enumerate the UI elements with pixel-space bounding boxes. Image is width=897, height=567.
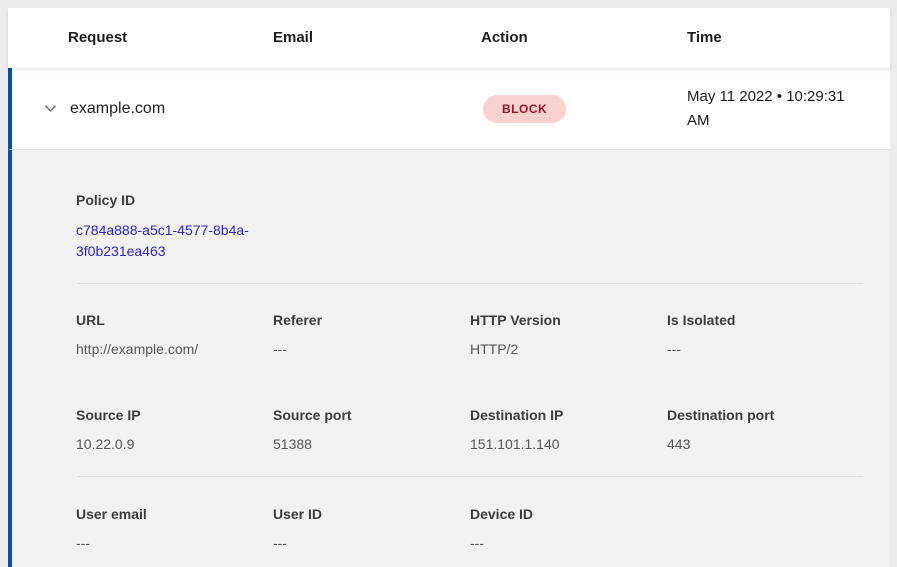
field-source-ip: Source IP 10.22.0.9: [76, 407, 273, 452]
detail-row-network: Source IP 10.22.0.9 Source port 51388 De…: [12, 407, 890, 452]
detail-row-http: URL http://example.com/ Referer --- HTTP…: [12, 312, 890, 357]
field-user-email-label: User email: [76, 506, 273, 522]
table-row[interactable]: example.com BLOCK May 11 2022 • 10:29:31…: [8, 68, 890, 150]
row-detail-panel: Policy ID c784a888-a5c1-4577-8b4a-3f0b23…: [8, 150, 890, 567]
policy-id-link[interactable]: c784a888-a5c1-4577-8b4a-3f0b231ea463: [76, 220, 278, 262]
field-source-ip-label: Source IP: [76, 407, 273, 423]
field-http-version-value: HTTP/2: [470, 341, 667, 357]
field-is-isolated-value: ---: [667, 341, 864, 357]
column-header-request: Request: [68, 8, 127, 68]
field-user-email-value: ---: [76, 535, 273, 551]
field-destination-ip-value: 151.101.1.140: [470, 436, 667, 452]
field-is-isolated-label: Is Isolated: [667, 312, 864, 328]
field-source-port-label: Source port: [273, 407, 470, 423]
field-http-version-label: HTTP Version: [470, 312, 667, 328]
detail-row-user: User email --- User ID --- Device ID ---: [12, 506, 890, 551]
policy-id-section: Policy ID c784a888-a5c1-4577-8b4a-3f0b23…: [12, 150, 890, 262]
field-device-id-value: ---: [470, 535, 667, 551]
field-referer-value: ---: [273, 341, 470, 357]
section-divider: [77, 476, 863, 477]
field-user-email: User email ---: [76, 506, 273, 551]
field-destination-port-value: 443: [667, 436, 864, 452]
column-header-time: Time: [687, 8, 722, 68]
column-header-email: Email: [273, 8, 313, 68]
field-url-value: http://example.com/: [76, 341, 273, 357]
field-user-id: User ID ---: [273, 506, 470, 551]
section-divider: [77, 283, 863, 284]
field-device-id: Device ID ---: [470, 506, 667, 551]
field-source-port: Source port 51388: [273, 407, 470, 452]
field-is-isolated: Is Isolated ---: [667, 312, 864, 357]
request-value: example.com: [70, 100, 165, 118]
field-destination-ip-label: Destination IP: [470, 407, 667, 423]
field-referer: Referer ---: [273, 312, 470, 357]
field-http-version: HTTP Version HTTP/2: [470, 312, 667, 357]
field-user-id-value: ---: [273, 535, 470, 551]
field-device-id-label: Device ID: [470, 506, 667, 522]
time-value: May 11 2022 • 10:29:31 AM: [687, 85, 867, 133]
action-badge-block: BLOCK: [483, 95, 566, 123]
column-header-action: Action: [481, 8, 528, 68]
chevron-down-icon[interactable]: [42, 101, 58, 117]
field-url: URL http://example.com/: [76, 312, 273, 357]
field-source-ip-value: 10.22.0.9: [76, 436, 273, 452]
field-destination-port-label: Destination port: [667, 407, 864, 423]
field-source-port-value: 51388: [273, 436, 470, 452]
policy-id-label: Policy ID: [76, 192, 890, 208]
field-url-label: URL: [76, 312, 273, 328]
field-user-id-label: User ID: [273, 506, 470, 522]
field-destination-port: Destination port 443: [667, 407, 864, 452]
field-referer-label: Referer: [273, 312, 470, 328]
field-destination-ip: Destination IP 151.101.1.140: [470, 407, 667, 452]
firewall-log-card: Request Email Action Time example.com BL…: [8, 8, 890, 567]
table-header: Request Email Action Time: [8, 8, 890, 68]
